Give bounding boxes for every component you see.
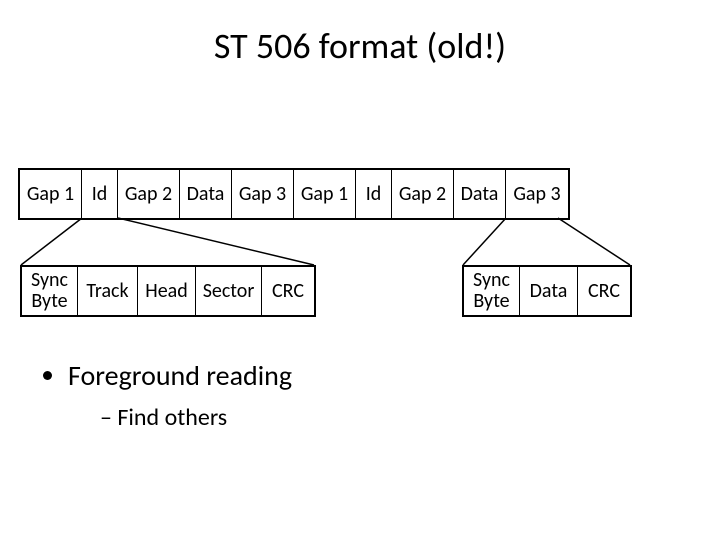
bullet-list: Foreground reading Find others bbox=[40, 358, 292, 432]
bullet-find-others: Find others bbox=[100, 403, 292, 432]
cell-data-a: Data bbox=[180, 170, 232, 218]
cell-gap3-b: Gap 3 bbox=[506, 170, 568, 218]
cell-gap3-a: Gap 3 bbox=[232, 170, 294, 218]
cell-track: Track bbox=[78, 267, 138, 315]
bullet-foreground-reading: Foreground reading bbox=[68, 358, 292, 393]
slide-title: ST 506 format (old!) bbox=[0, 24, 720, 68]
cell-gap2-b: Gap 2 bbox=[392, 170, 454, 218]
cell-id-a: Id bbox=[82, 170, 118, 218]
cell-crc-data: CRC bbox=[578, 267, 630, 315]
cell-head: Head bbox=[138, 267, 196, 315]
cell-data-b: Data bbox=[454, 170, 506, 218]
cell-syncbyte-id: Sync Byte bbox=[22, 267, 78, 315]
cell-sector: Sector bbox=[196, 267, 262, 315]
cell-data: Data bbox=[520, 267, 578, 315]
cell-gap2-a: Gap 2 bbox=[118, 170, 180, 218]
row-data-expansion: Sync Byte Data CRC bbox=[462, 265, 632, 317]
cell-syncbyte-data: Sync Byte bbox=[464, 267, 520, 315]
cell-gap1-b: Gap 1 bbox=[294, 170, 356, 218]
cell-gap1-a: Gap 1 bbox=[20, 170, 82, 218]
row-sector-layout: Gap 1 Id Gap 2 Data Gap 3 Gap 1 Id Gap 2… bbox=[18, 168, 570, 220]
cell-id-b: Id bbox=[356, 170, 392, 218]
cell-crc-id: CRC bbox=[262, 267, 314, 315]
row-id-expansion: Sync Byte Track Head Sector CRC bbox=[20, 265, 316, 317]
